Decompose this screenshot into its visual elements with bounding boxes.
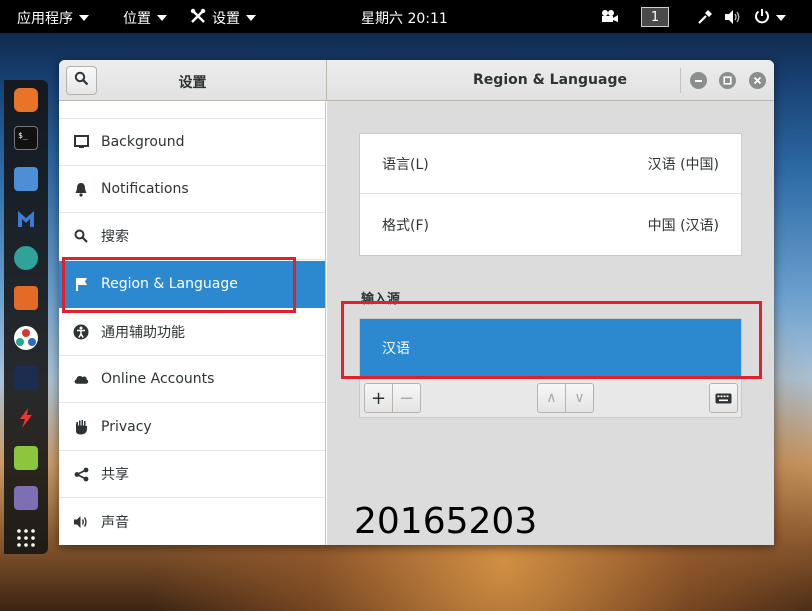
move-up-button[interactable]: ∧ [537, 383, 566, 413]
maximize-icon [723, 73, 732, 89]
chevron-down-icon [776, 15, 786, 21]
language-row[interactable]: 语言(L) 汉语 (中国) [360, 134, 741, 194]
settings-app-menu-label: 设置 [212, 11, 240, 27]
show-apps-icon[interactable] [14, 526, 38, 550]
remove-icon: − [398, 387, 415, 409]
power-icon [754, 8, 770, 28]
chevron-down-icon [79, 15, 89, 21]
sidebar-item-sound[interactable]: 声音 [59, 499, 325, 545]
metasploit-icon[interactable] [14, 207, 38, 231]
settings-app-icon[interactable] [14, 486, 38, 510]
keyboard-layout-button[interactable] [709, 383, 738, 413]
chevron-down-icon [246, 15, 256, 21]
chevron-down-icon [157, 15, 167, 21]
hand-icon [73, 419, 89, 435]
svg-text:$_: $_ [18, 131, 28, 140]
terminal-icon[interactable]: $_ [14, 126, 38, 150]
sidebar-item-label: Background [101, 134, 185, 150]
share-icon [73, 466, 89, 482]
sidebar-item-label: 搜索 [101, 229, 129, 245]
formats-row[interactable]: 格式(F) 中国 (汉语) [360, 195, 741, 255]
files-icon[interactable] [14, 167, 38, 191]
minimize-button[interactable] [690, 72, 707, 89]
speaker-icon [73, 514, 89, 530]
accessibility-icon [73, 324, 89, 340]
beef-icon[interactable] [14, 366, 38, 390]
language-value: 汉语 (中国) [647, 156, 719, 173]
sidebar-item-sharing[interactable]: 共享 [59, 451, 325, 498]
top-bar: 应用程序 位置 设置 星期六 20:11 1 [0, 0, 812, 33]
add-input-source-button[interactable]: + [364, 383, 393, 413]
search-icon [73, 228, 89, 244]
faraday-icon[interactable] [14, 406, 38, 430]
settings-app-menu[interactable]: 设置 [190, 8, 256, 28]
sidebar-item-search[interactable]: 搜索 [59, 213, 325, 260]
sidebar-title: 设置 [178, 75, 207, 91]
sidebar-item-accessibility[interactable]: 通用辅助功能 [59, 309, 325, 356]
language-formats-list: 语言(L) 汉语 (中国) 格式(F) 中国 (汉语) [359, 133, 742, 256]
applications-menu[interactable]: 应用程序 [17, 8, 89, 28]
chevron-down-icon: ∨ [574, 390, 585, 406]
places-menu[interactable]: 位置 [123, 8, 167, 28]
workspace-indicator[interactable]: 1 [641, 7, 669, 27]
close-icon [753, 73, 762, 89]
volume-icon[interactable] [724, 9, 742, 25]
clock[interactable]: 星期六 20:11 [361, 8, 448, 28]
settings-sidebar[interactable]: Background Notifications 搜索 Region & Lan… [59, 101, 326, 545]
sidebar-item-label: Online Accounts [101, 371, 215, 387]
background-icon [73, 134, 89, 150]
sidebar-item-label: Notifications [101, 181, 189, 197]
places-menu-label: 位置 [123, 11, 151, 27]
sidebar-item-notifications[interactable]: Notifications [59, 166, 325, 213]
applications-menu-label: 应用程序 [17, 11, 73, 27]
firefox-icon[interactable] [14, 88, 38, 112]
window-controls-divider [680, 68, 681, 93]
highlight-region-language [62, 257, 296, 313]
sidebar-item-label: Privacy [101, 419, 152, 435]
maltego-icon[interactable] [14, 326, 38, 350]
sidebar-item-partial[interactable] [59, 101, 325, 119]
sidebar-item-label: 声音 [101, 515, 129, 531]
sidebar-item-privacy[interactable]: Privacy [59, 404, 325, 451]
sidebar-item-label: 通用辅助功能 [101, 325, 185, 341]
language-label: 语言(L) [382, 156, 429, 173]
remove-input-source-button[interactable]: − [392, 383, 421, 413]
camera-icon[interactable] [601, 9, 619, 23]
formats-value: 中国 (汉语) [647, 218, 719, 234]
armitage-icon[interactable] [14, 246, 38, 270]
power-menu[interactable] [754, 8, 786, 28]
sidebar-item-label: 共享 [101, 467, 129, 483]
clock-label: 星期六 20:11 [361, 11, 448, 27]
student-id-annotation: 20165203 [354, 501, 538, 542]
add-icon: + [370, 387, 387, 409]
partial-icon [73, 101, 89, 103]
burpsuite-icon[interactable] [14, 286, 38, 310]
workspace-number: 1 [650, 9, 660, 25]
dock: $_ [4, 80, 48, 554]
chevron-up-icon: ∧ [546, 390, 557, 406]
header-bar: 设置 Region & Language [59, 60, 774, 101]
input-sources-toolbar: + − ∧ ∨ [359, 378, 742, 418]
maximize-button[interactable] [719, 72, 736, 89]
minimize-icon [694, 73, 703, 89]
tools-icon [190, 8, 206, 28]
sidebar-item-online-accounts[interactable]: Online Accounts [59, 356, 325, 403]
close-button[interactable] [749, 72, 766, 89]
leafpad-icon[interactable] [14, 446, 38, 470]
formats-label: 格式(F) [382, 218, 429, 234]
cloud-icon [73, 371, 89, 387]
sidebar-item-background[interactable]: Background [59, 119, 325, 166]
pen-icon[interactable] [697, 9, 713, 25]
highlight-input-source [341, 301, 762, 379]
keyboard-icon [715, 388, 732, 409]
move-down-button[interactable]: ∨ [565, 383, 594, 413]
bell-icon [73, 181, 89, 197]
